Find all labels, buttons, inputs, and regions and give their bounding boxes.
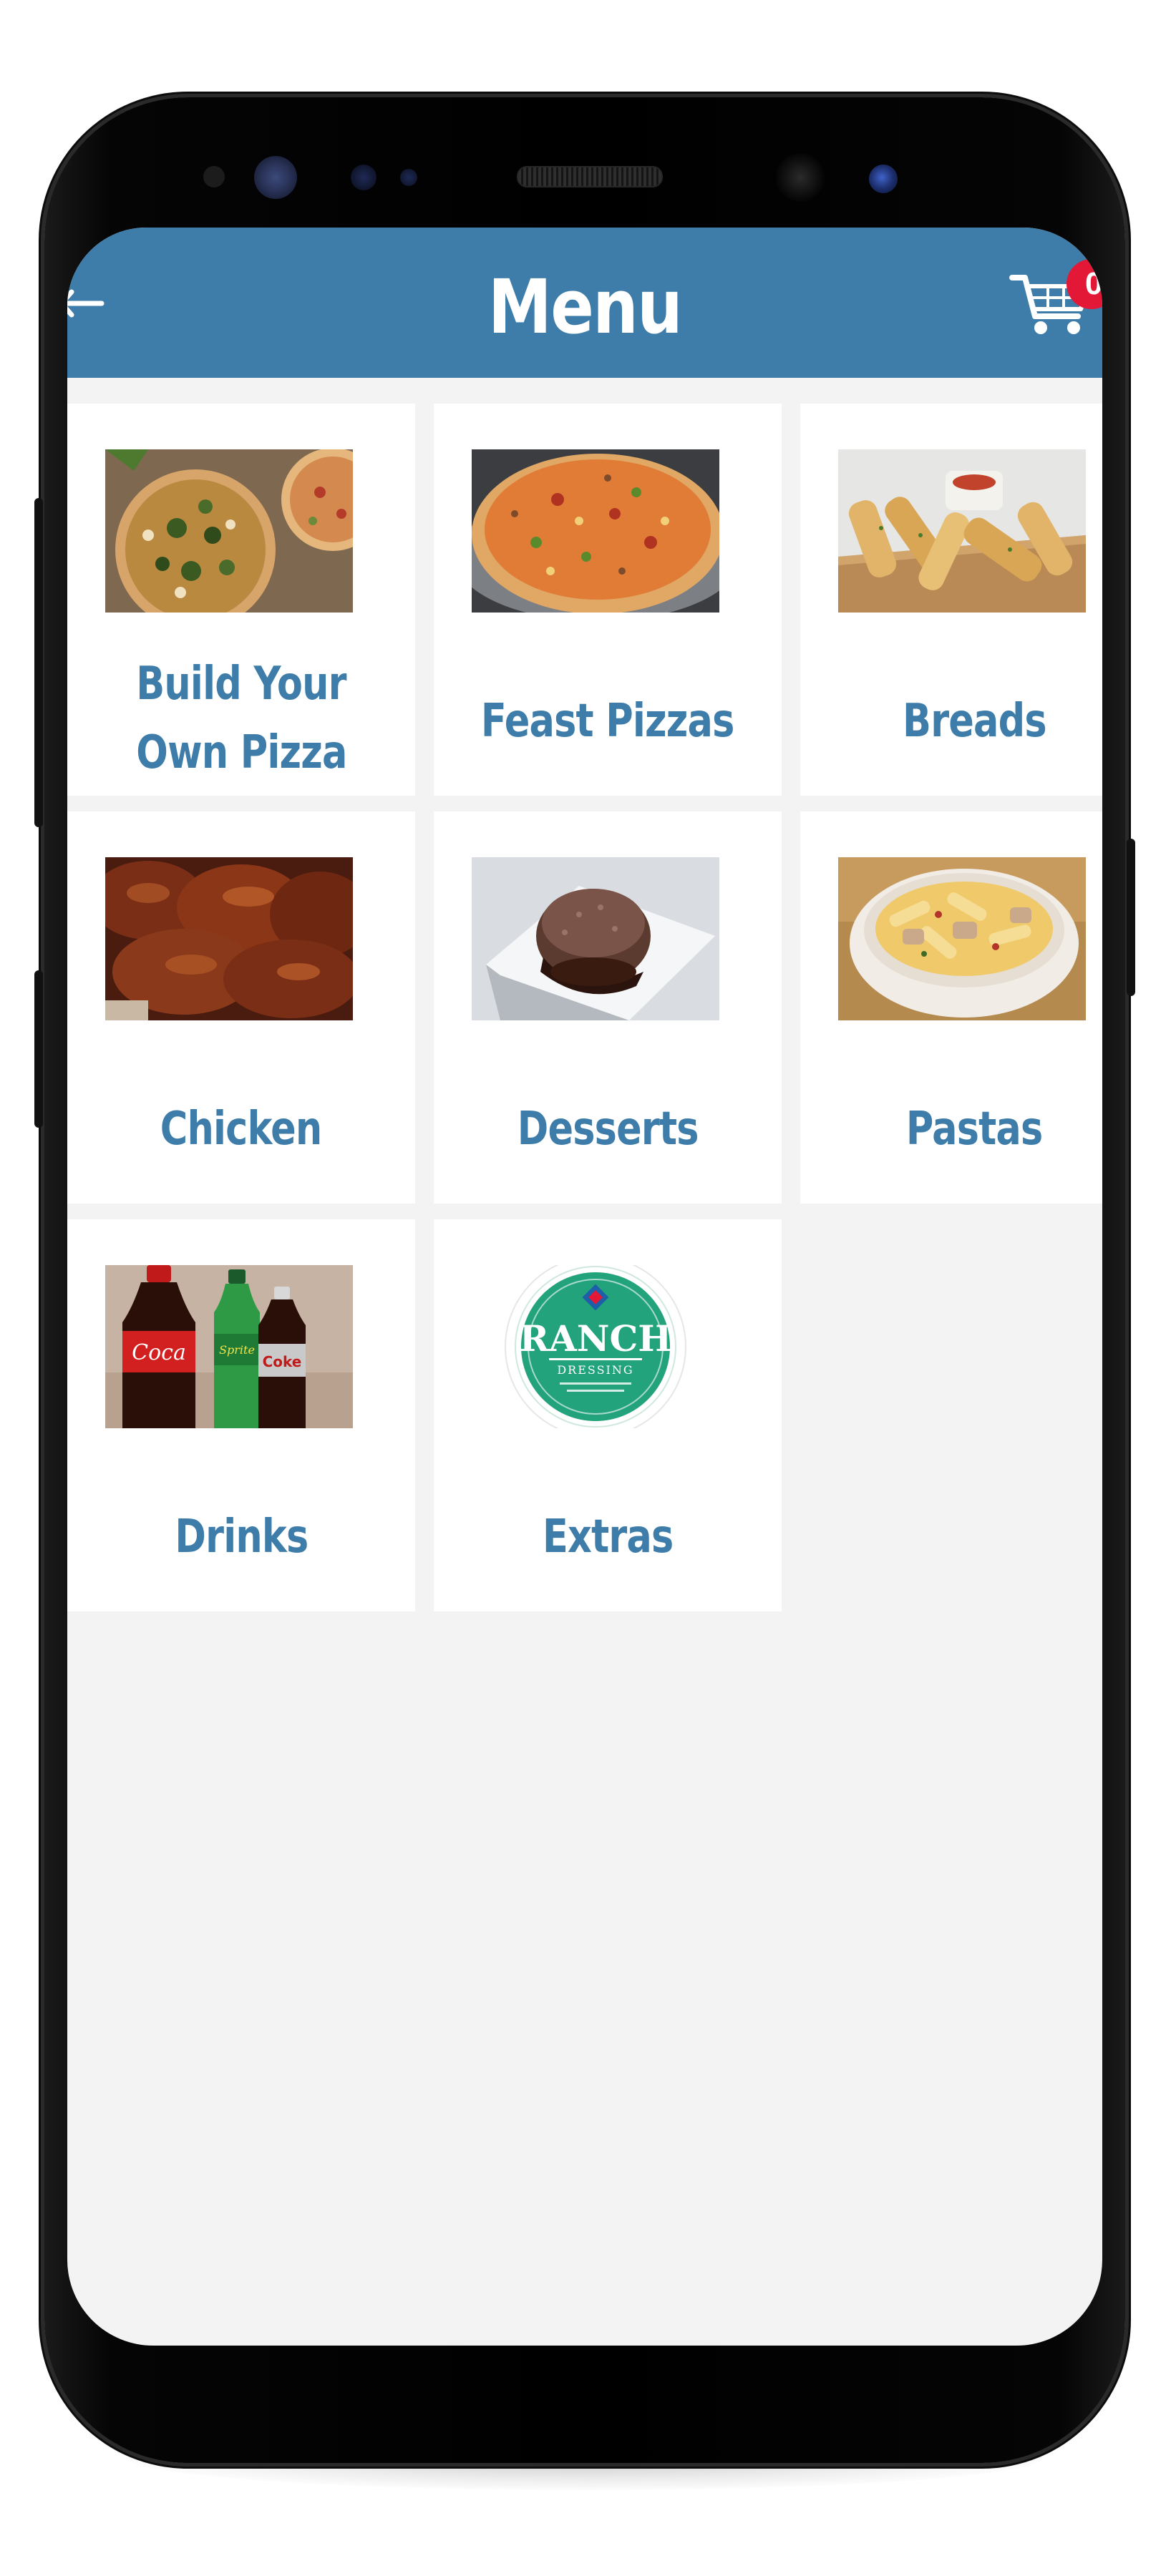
front-camera (776, 153, 825, 202)
app-header: Menu 0 (67, 228, 1102, 378)
category-tile-feast-pizzas[interactable]: Feast Pizzas (434, 404, 782, 796)
ir-led (351, 165, 376, 190)
category-tile-chicken[interactable]: Chicken (67, 811, 415, 1204)
back-arrow-icon[interactable] (67, 289, 117, 318)
category-tile-breads[interactable]: Breads (800, 404, 1102, 796)
top-bezel (44, 97, 1125, 233)
category-label: Chicken (160, 1103, 323, 1156)
earpiece-speaker (517, 166, 663, 187)
soda-bottles-icon: Coca Sprite Coke (105, 1265, 353, 1428)
iris-scanner (254, 156, 297, 199)
category-label: Drinks (174, 1511, 308, 1563)
lava-cake-icon (472, 857, 719, 1020)
category-tile-extras[interactable]: RANCH DRESSING Extras (434, 1219, 782, 1611)
iris-camera (869, 165, 898, 193)
pasta-bowl-icon (838, 857, 1086, 1020)
category-tile-build-your-own-pizza[interactable]: Build Your Own Pizza (67, 404, 415, 796)
page-title: Menu (487, 263, 683, 351)
svg-text:RANCH: RANCH (519, 1317, 671, 1360)
bixby-button (34, 970, 43, 1128)
feast-pizza-icon (472, 449, 719, 613)
category-label: Extras (542, 1511, 674, 1563)
category-tile-desserts[interactable]: Desserts (434, 811, 782, 1204)
svg-text:Coke: Coke (263, 1353, 302, 1370)
phone-frame: Menu 0 Build Your Own Pizza Feast Pizzas… (34, 97, 1135, 2463)
device-stage: Menu 0 Build Your Own Pizza Feast Pizzas… (0, 0, 1171, 2576)
category-tile-drinks[interactable]: Coca Sprite Coke Drinks (67, 1219, 415, 1611)
category-label: Pastas (905, 1103, 1043, 1156)
power-button (1127, 839, 1135, 996)
breadsticks-icon (838, 449, 1086, 613)
light-sensor (400, 169, 417, 186)
category-label: Breads (902, 695, 1047, 748)
svg-text:Sprite: Sprite (219, 1343, 255, 1357)
svg-text:DRESSING: DRESSING (557, 1363, 633, 1377)
category-tile-pastas[interactable]: Pastas (800, 811, 1102, 1204)
volume-up-button (34, 498, 43, 827)
pizza-build-icon (105, 449, 353, 613)
category-label: Build Your Own Pizza (135, 658, 347, 779)
svg-text:Coca: Coca (132, 1340, 186, 1365)
app-screen: Menu 0 Build Your Own Pizza Feast Pizzas… (67, 228, 1102, 2346)
category-label: Desserts (517, 1103, 699, 1156)
ranch-dressing-icon: RANCH DRESSING (472, 1265, 719, 1428)
chicken-wings-icon (105, 857, 353, 1020)
proximity-sensor (203, 166, 225, 187)
category-label: Feast Pizzas (481, 695, 734, 748)
